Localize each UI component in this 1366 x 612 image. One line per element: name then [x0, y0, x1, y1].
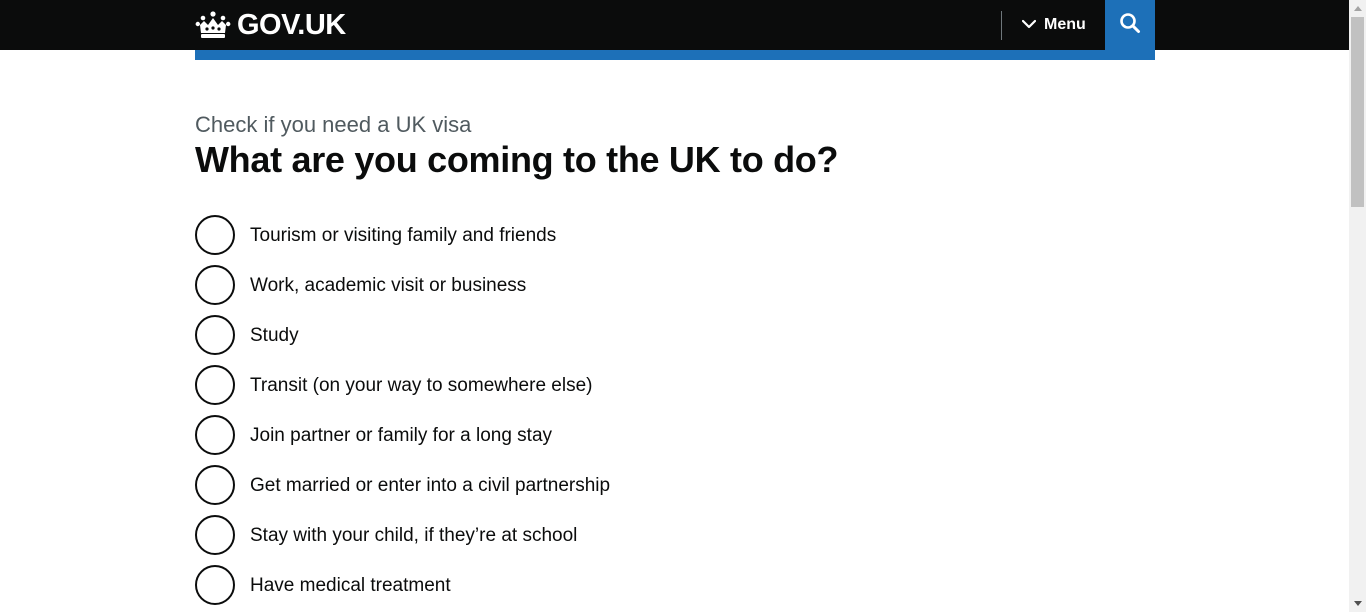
- radio-option-school[interactable]: Stay with your child, if they’re at scho…: [195, 515, 577, 555]
- radio-button[interactable]: [195, 515, 235, 555]
- radio-button[interactable]: [195, 465, 235, 505]
- chevron-down-icon: [1021, 16, 1037, 34]
- radio-option-marriage[interactable]: Get married or enter into a civil partne…: [195, 465, 610, 505]
- radio-option-medical[interactable]: Have medical treatment: [195, 565, 451, 605]
- menu-label: Menu: [1044, 16, 1086, 33]
- search-icon: [1119, 12, 1141, 39]
- logo-text: GOV.UK: [237, 8, 346, 41]
- search-button[interactable]: [1105, 0, 1155, 50]
- radio-button[interactable]: [195, 215, 235, 255]
- radio-button[interactable]: [195, 565, 235, 605]
- radio-option-transit[interactable]: Transit (on your way to somewhere else): [195, 365, 592, 405]
- radio-option-tourism[interactable]: Tourism or visiting family and friends: [195, 215, 556, 255]
- radio-option-study[interactable]: Study: [195, 315, 299, 355]
- page-title: What are you coming to the UK to do?: [195, 139, 839, 180]
- page-caption: Check if you need a UK visa: [195, 112, 472, 137]
- radio-label: Get married or enter into a civil partne…: [250, 474, 611, 496]
- page: GOV.UK Menu Check if you need a UK visa …: [0, 0, 1366, 612]
- scroll-up-icon[interactable]: [1349, 0, 1366, 17]
- radio-button[interactable]: [195, 415, 235, 455]
- radio-option-family[interactable]: Join partner or family for a long stay: [195, 415, 552, 455]
- menu-button[interactable]: Menu: [1014, 0, 1098, 50]
- radio-button[interactable]: [195, 365, 235, 405]
- scrollbar-thumb[interactable]: [1351, 17, 1364, 207]
- radio-label: Study: [250, 324, 299, 346]
- govuk-logo-link[interactable]: GOV.UK: [195, 8, 346, 42]
- header-blue-bar: [195, 50, 1155, 60]
- vertical-scrollbar[interactable]: [1349, 0, 1366, 612]
- radio-label: Join partner or family for a long stay: [250, 424, 553, 446]
- radio-option-work[interactable]: Work, academic visit or business: [195, 265, 526, 305]
- radio-label: Work, academic visit or business: [250, 274, 527, 296]
- header-divider: [1001, 11, 1002, 40]
- radio-button[interactable]: [195, 265, 235, 305]
- crown-icon: [195, 10, 231, 40]
- radio-label: Tourism or visiting family and friends: [250, 224, 557, 246]
- radio-label: Stay with your child, if they’re at scho…: [250, 524, 578, 546]
- radio-label: Transit (on your way to somewhere else): [250, 374, 593, 396]
- radio-button[interactable]: [195, 315, 235, 355]
- site-header: GOV.UK Menu: [0, 0, 1349, 50]
- scroll-down-icon[interactable]: [1349, 595, 1366, 612]
- radio-label: Have medical treatment: [250, 574, 451, 596]
